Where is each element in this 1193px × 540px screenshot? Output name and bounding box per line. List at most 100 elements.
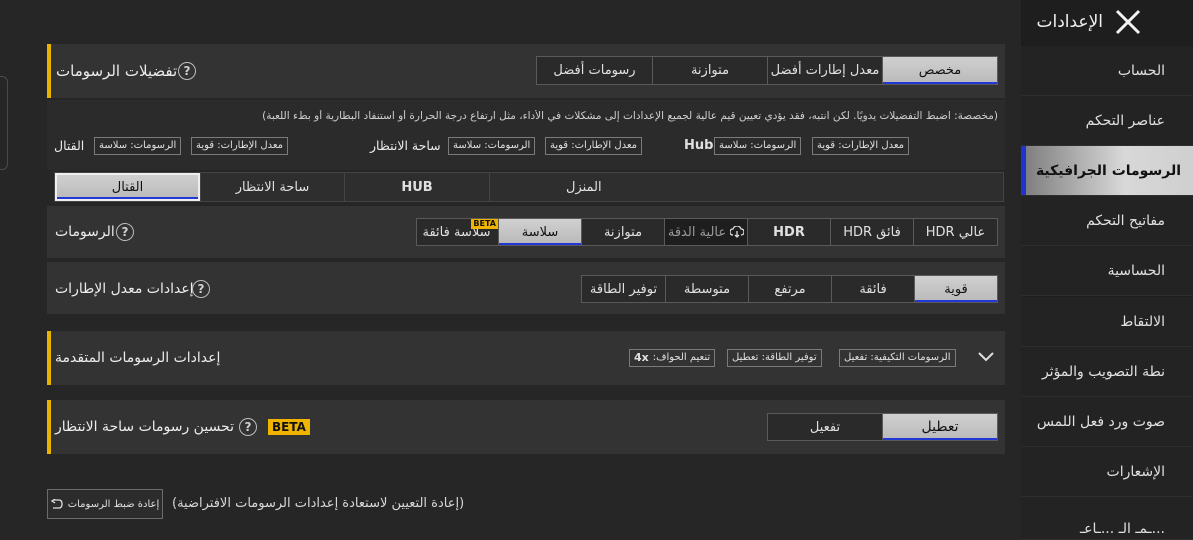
option-label: سلاسة <box>521 224 559 240</box>
close-icon[interactable] <box>1113 7 1143 37</box>
combat-graphics-tag: الرسومات: سلاسة <box>94 137 182 155</box>
option-label: متوسطة <box>683 281 731 297</box>
settings-title: الإعدادات <box>1036 12 1103 32</box>
lobby-enhance-toggle: تعطيل تفعيل <box>767 413 998 441</box>
sidebar-item-more[interactable]: ...ـمـ الـ ...ـاعـ <box>1021 497 1193 540</box>
frame-rate-selector: قوية فائقة مرتفع متوسطة توفير الطاقة <box>581 275 998 303</box>
sidebar-item-crosshair[interactable]: نطة التصويب والمؤثر <box>1021 347 1193 397</box>
combat-group-label: القتال <box>54 138 85 153</box>
fps-strong[interactable]: قوية <box>914 276 997 302</box>
mode-tabs: القتال ساحة الانتظار HUB المنزل <box>54 172 1004 202</box>
help-icon[interactable]: ? <box>116 223 134 241</box>
sidebar-item-notifications[interactable]: الإشعارات <box>1021 447 1193 497</box>
option-label: معدل إطارات أفضل <box>770 63 880 78</box>
sidebar-item-controls[interactable]: عناصر التحكم <box>1021 96 1193 146</box>
sidebar-item-sensitivity[interactable]: الحساسية <box>1021 246 1193 296</box>
lobby-group-label: ساحة الانتظار <box>370 138 441 153</box>
hub-fps-tag: معدل الإطارات: قوية <box>812 137 910 155</box>
preset-custom[interactable]: مخصص <box>882 57 997 84</box>
graphics-preset-selector: مخصص معدل إطارات أفضل متوازنة رسومات أفض… <box>536 56 998 85</box>
option-label: فائقة <box>859 281 887 297</box>
option-label: متوازنة <box>603 224 643 240</box>
hub-group-label: Hub <box>684 138 714 153</box>
sidebar-header: الإعدادات <box>1021 0 1193 46</box>
sidebar-item-label: الحساسية <box>1107 262 1165 279</box>
option-label: تعطيل <box>921 419 959 435</box>
beta-badge: BETA <box>471 219 498 229</box>
option-label: عالي HDR <box>925 224 986 240</box>
reset-graphics-button[interactable]: إعادة ضبط الرسومات <box>47 489 163 519</box>
beta-badge: BETA <box>268 419 310 435</box>
hub-graphics-tag: الرسومات: سلاسة <box>714 137 802 155</box>
adaptive-graphics-tag: الرسومات التكيفية: تفعيل <box>839 349 956 367</box>
lobby-graphics-tag: الرسومات: سلاسة <box>448 137 536 155</box>
fps-high[interactable]: مرتفع <box>748 276 831 302</box>
option-label: فائق HDR <box>843 224 901 240</box>
quality-smooth[interactable]: سلاسة <box>498 219 581 245</box>
graphics-preferences-title: تفضيلات الرسومات <box>56 62 178 80</box>
sidebar-item-label: صوت ورد فعل اللمس <box>1036 413 1165 430</box>
sidebar-item-label: عناصر التحكم <box>1085 112 1165 129</box>
fps-medium[interactable]: متوسطة <box>665 276 748 302</box>
frame-rate-label: إعدادات معدل الإطارات <box>55 281 194 297</box>
tab-label: ساحة الانتظار <box>235 179 310 195</box>
option-label: مخصص <box>918 63 962 78</box>
lobby-enhance-disable[interactable]: تعطيل <box>882 414 997 440</box>
reset-description: (إعادة التعيين لاستعادة إعدادات الرسومات… <box>172 496 465 511</box>
sidebar-item-account[interactable]: الحساب <box>1021 46 1193 96</box>
quality-hdr-high[interactable]: عالي HDR <box>913 219 997 245</box>
sidebar-item-label: الالتقاط <box>1120 313 1165 330</box>
help-icon[interactable]: ? <box>178 62 196 80</box>
custom-note: (مخصصة: اضبط التفضيلات يدويًا. لكن انتبه… <box>262 110 998 122</box>
option-label: مرتفع <box>774 281 806 297</box>
left-edge-bracket <box>0 76 8 170</box>
graphics-quality-label: الرسومات <box>55 224 115 240</box>
sidebar-item-label: نطة التصويب والمؤثر <box>1041 363 1165 380</box>
option-label: متوازنة <box>690 63 730 78</box>
lobby-enhance-enable[interactable]: تفعيل <box>768 414 882 440</box>
reset-button-label: إعادة ضبط الرسومات <box>67 498 160 510</box>
fps-power-saving[interactable]: توفير الطاقة <box>582 276 665 302</box>
tag-value: 4x <box>634 351 649 364</box>
sidebar-item-label: ...ـمـ الـ ...ـاعـ <box>1080 521 1165 537</box>
option-label: قوية <box>944 281 968 297</box>
tab-label: المنزل <box>566 179 602 195</box>
combat-fps-tag: معدل الإطارات: قوية <box>191 137 289 155</box>
preset-better-graphics[interactable]: رسومات أفضل <box>537 57 652 84</box>
sidebar-item-label: الإشعارات <box>1106 463 1165 480</box>
tab-home[interactable]: المنزل <box>489 173 1005 201</box>
sidebar-item-label: الرسومات الجرافيكية <box>1035 162 1181 179</box>
sidebar-item-pickup[interactable]: الالتقاط <box>1021 297 1193 347</box>
sidebar-item-label: الحساب <box>1117 62 1165 79</box>
quality-balanced[interactable]: متوازنة <box>581 219 664 245</box>
chevron-down-icon[interactable] <box>977 350 995 364</box>
quality-hdr-ultra[interactable]: فائق HDR <box>830 219 913 245</box>
help-icon[interactable]: ? <box>239 418 257 436</box>
tab-label: القتال <box>111 179 144 195</box>
preset-balanced[interactable]: متوازنة <box>652 57 767 84</box>
option-label: رسومات أفضل <box>553 63 636 78</box>
sidebar-item-label: مفاتيح التحكم <box>1086 212 1165 229</box>
preset-better-fps[interactable]: معدل إطارات أفضل <box>767 57 882 84</box>
cloud-download-icon <box>730 226 745 238</box>
advanced-graphics-title: إعدادات الرسومات المتقدمة <box>55 350 221 366</box>
sidebar-item-graphics[interactable]: الرسومات الجرافيكية <box>1021 146 1193 196</box>
option-label: توفير الطاقة <box>589 281 658 297</box>
quality-ultra-smooth[interactable]: سلاسة فائقة BETA <box>415 219 498 245</box>
option-label: عالية الدقة <box>667 224 727 240</box>
option-label: تفعيل <box>809 419 841 435</box>
quality-high-res[interactable]: عالية الدقة <box>664 219 747 245</box>
lobby-enhance-title: تحسين رسومات ساحة الانتظار <box>55 419 234 435</box>
tab-label: HUB <box>401 179 433 195</box>
help-icon[interactable]: ? <box>192 280 210 298</box>
tab-hub[interactable]: HUB <box>344 173 489 201</box>
reset-icon <box>50 499 63 509</box>
tab-lobby[interactable]: ساحة الانتظار <box>200 173 344 201</box>
tag-label: تنعيم الحواف: <box>652 352 711 363</box>
sidebar-item-sound-haptics[interactable]: صوت ورد فعل اللمس <box>1021 397 1193 447</box>
quality-hdr[interactable]: HDR <box>747 219 830 245</box>
tab-combat[interactable]: القتال <box>55 173 200 201</box>
sidebar-item-control-keys[interactable]: مفاتيح التحكم <box>1021 196 1193 246</box>
fps-ultra[interactable]: فائقة <box>831 276 914 302</box>
power-saving-tag: توفير الطاقة: تعطيل <box>727 349 822 367</box>
